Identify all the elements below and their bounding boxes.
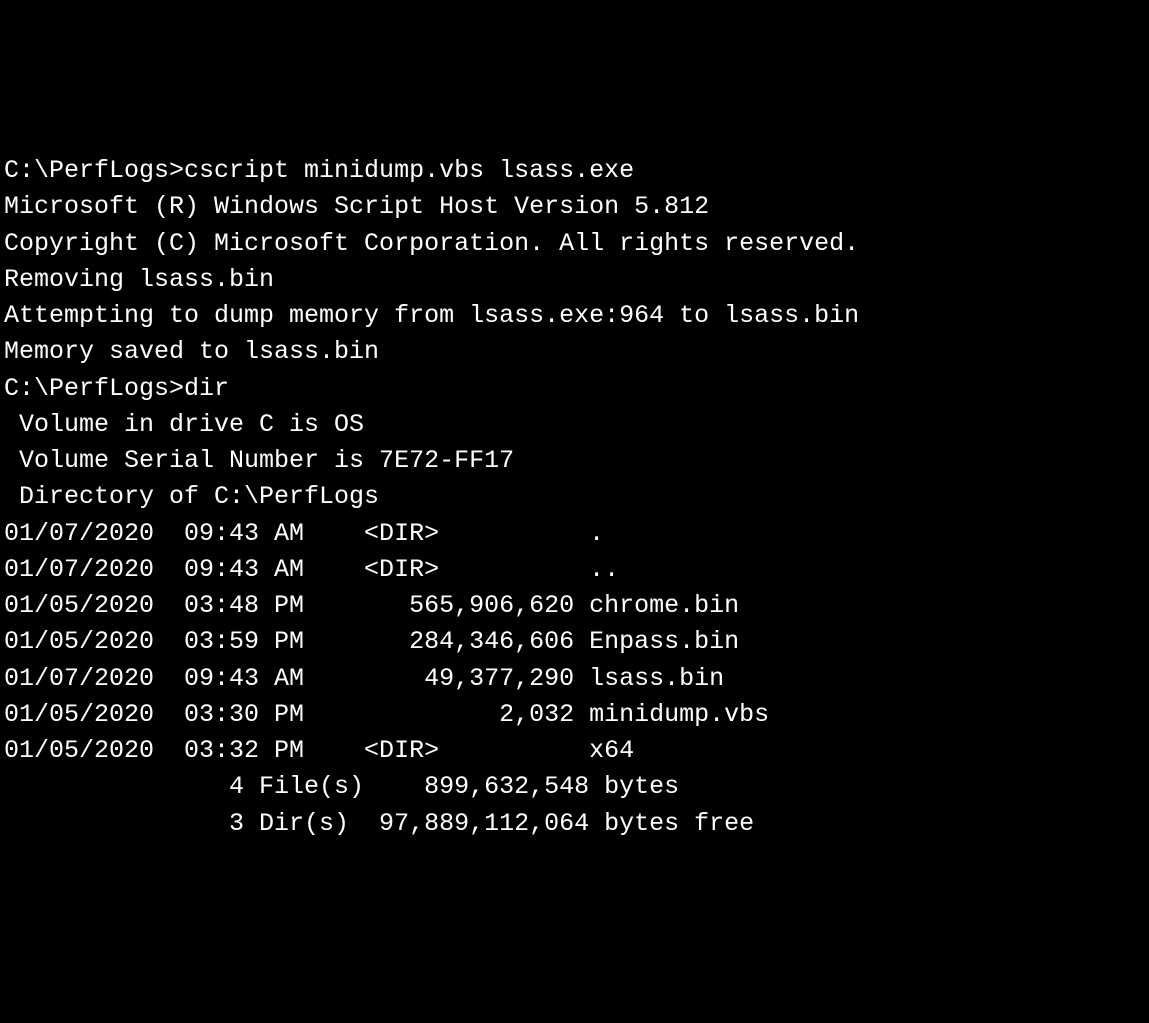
terminal-line: 01/05/2020 03:32 PM <DIR> x64 [4, 733, 1145, 769]
terminal-line: 01/05/2020 03:48 PM 565,906,620 chrome.b… [4, 588, 1145, 624]
terminal-line: C:\PerfLogs>dir [4, 371, 1145, 407]
terminal-line: Volume Serial Number is 7E72-FF17 [4, 443, 1145, 479]
terminal-line: Copyright (C) Microsoft Corporation. All… [4, 226, 1145, 262]
terminal-line: 3 Dir(s) 97,889,112,064 bytes free [4, 806, 1145, 842]
terminal-line: 01/05/2020 03:30 PM 2,032 minidump.vbs [4, 697, 1145, 733]
terminal-line: 01/07/2020 09:43 AM 49,377,290 lsass.bin [4, 661, 1145, 697]
terminal-line: 01/07/2020 09:43 AM <DIR> .. [4, 552, 1145, 588]
terminal-line: C:\PerfLogs>cscript minidump.vbs lsass.e… [4, 153, 1145, 189]
terminal-line: 01/07/2020 09:43 AM <DIR> . [4, 516, 1145, 552]
terminal-line: 4 File(s) 899,632,548 bytes [4, 769, 1145, 805]
terminal-line: 01/05/2020 03:59 PM 284,346,606 Enpass.b… [4, 624, 1145, 660]
terminal-line: Directory of C:\PerfLogs [4, 479, 1145, 515]
terminal-line: Memory saved to lsass.bin [4, 334, 1145, 370]
terminal-line: Volume in drive C is OS [4, 407, 1145, 443]
terminal-line: Attempting to dump memory from lsass.exe… [4, 298, 1145, 334]
terminal-line: Removing lsass.bin [4, 262, 1145, 298]
terminal-line: Microsoft (R) Windows Script Host Versio… [4, 189, 1145, 225]
terminal-output[interactable]: C:\PerfLogs>cscript minidump.vbs lsass.e… [4, 153, 1145, 842]
